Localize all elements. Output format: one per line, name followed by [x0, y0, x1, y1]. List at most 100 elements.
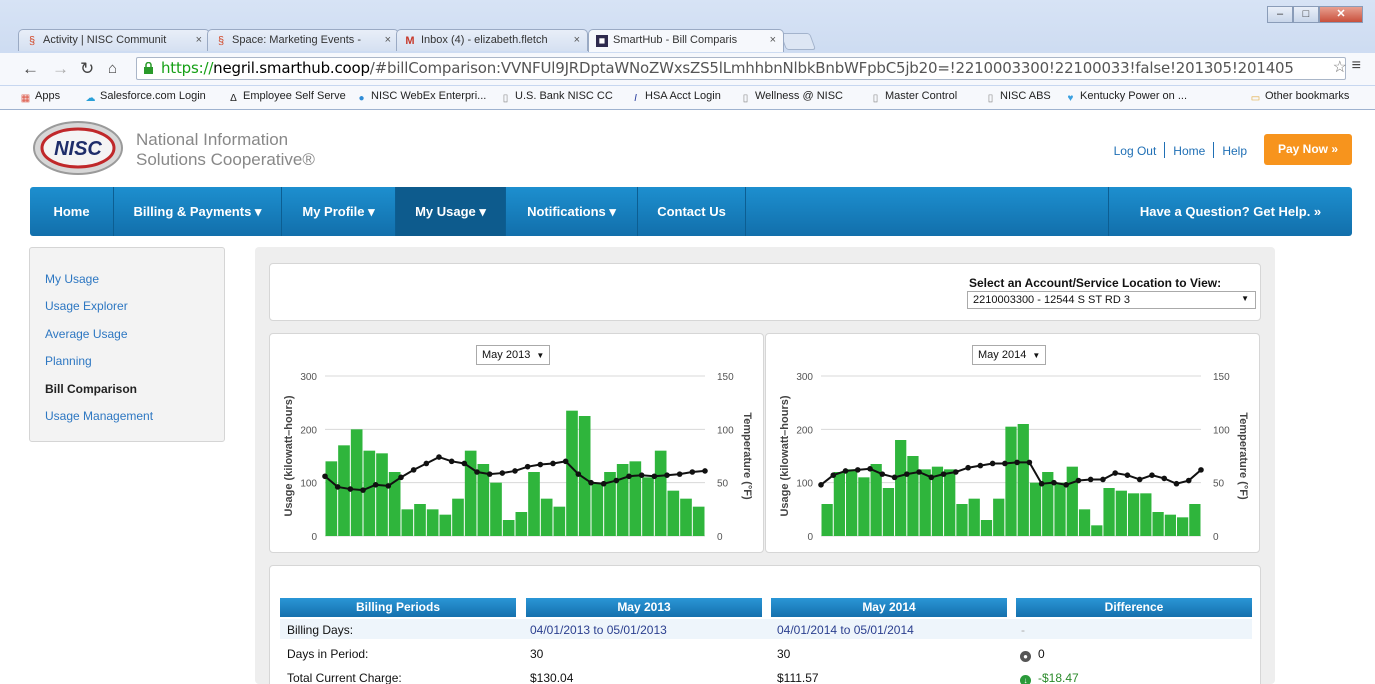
close-tab-icon[interactable]: × [574, 34, 580, 46]
usage-bar [629, 461, 642, 536]
row-label: Total Current Charge: [287, 671, 402, 684]
sidebar-item-usage-explorer[interactable]: Usage Explorer [45, 299, 128, 313]
sidebar-item-usage-management[interactable]: Usage Management [45, 409, 153, 423]
nav-billing-payments[interactable]: Billing & Payments ▾ [114, 187, 282, 236]
sidebar-item-my-usage[interactable]: My Usage [45, 272, 99, 286]
y-tick-label: 0 [311, 532, 317, 543]
temperature-point [854, 467, 861, 473]
usage-bar [1176, 517, 1189, 536]
twitter-icon: ♥ [1067, 93, 1074, 104]
get-help-link[interactable]: Have a Question? Get Help. » [1108, 187, 1352, 236]
bookmark-item[interactable]: ▯ Wellness @ NISC [740, 90, 843, 104]
usage-bar [376, 453, 388, 536]
temperature-point [512, 468, 518, 474]
close-tab-icon[interactable]: × [196, 34, 202, 46]
page-icon: ▯ [987, 93, 994, 104]
temperature-point [537, 461, 544, 468]
bookmark-item[interactable]: ▯ U.S. Bank NISC CC [500, 90, 613, 104]
browser-tab[interactable]: § Activity | NISC Communit × [18, 29, 210, 51]
y2-axis-title: Temperature (°F) [741, 412, 753, 500]
browser-tab[interactable]: M Inbox (4) - elizabeth.fletch × [396, 29, 588, 51]
home-link[interactable]: Home [1173, 144, 1205, 158]
nav-my-usage[interactable]: My Usage ▾ [396, 187, 506, 236]
bookmark-item[interactable]: ▯ NISC ABS [985, 90, 1051, 104]
url-host: negril.smarthub.coop [213, 59, 370, 77]
temperature-point [588, 479, 594, 486]
globe-icon: ● [358, 93, 365, 104]
row-label: Billing Days: [287, 623, 354, 637]
bookmark-item[interactable]: ☁ Salesforce.com Login [85, 90, 206, 104]
difference-value: -$18.47 [1038, 671, 1079, 684]
new-tab-button[interactable] [779, 33, 817, 50]
browser-tab-active[interactable]: ◼ SmartHub - Bill Comparis × [588, 29, 784, 52]
browser-menu-icon[interactable]: ≡ [1352, 57, 1361, 75]
forward-arrow-icon[interactable]: → [52, 59, 69, 79]
pay-now-button[interactable]: Pay Now » [1264, 134, 1352, 165]
temperature-point [334, 484, 341, 490]
bookmark-label: Salesforce.com Login [100, 90, 206, 102]
usage-bar [401, 509, 414, 536]
account-selector-box: Select an Account/Service Location to Vi… [269, 263, 1261, 321]
help-link[interactable]: Help [1222, 144, 1247, 158]
y2-tick-label: 50 [717, 479, 729, 490]
usage-bar [821, 504, 833, 536]
y-tick-label: 100 [300, 479, 317, 490]
bookmark-item[interactable]: Δ Employee Self Serve [228, 90, 346, 104]
temperature-point [879, 471, 886, 477]
nav-notifications[interactable]: Notifications ▾ [506, 187, 638, 236]
usage-bar [642, 477, 654, 536]
sidebar-item-bill-comparison[interactable]: Bill Comparison [45, 382, 137, 396]
y-tick-label: 200 [796, 425, 813, 436]
bookmark-other[interactable]: ▭ Other bookmarks [1250, 90, 1350, 104]
usage-bar [528, 472, 540, 536]
usage-bar [1066, 466, 1078, 536]
close-tab-icon[interactable]: × [385, 34, 391, 46]
sidebar-item-average-usage[interactable]: Average Usage [45, 327, 128, 341]
difference-value: - [1021, 623, 1025, 637]
temperature-point [575, 471, 582, 477]
bookmark-item[interactable]: ♥ Kentucky Power on ... [1065, 90, 1187, 104]
bookmark-label: HSA Acct Login [645, 90, 721, 102]
y2-axis-title: Temperature (°F) [1237, 412, 1249, 500]
usage-bar [1140, 493, 1152, 536]
y-tick-label: 200 [300, 425, 317, 436]
column-header: Billing Periods [280, 598, 516, 617]
divider [1213, 142, 1215, 158]
column-header: May 2014 [771, 598, 1007, 617]
temperature-point [867, 466, 873, 472]
temperature-point [842, 468, 849, 474]
gmail-icon: M [405, 35, 415, 47]
bookmark-label: NISC WebEx Enterpri... [371, 90, 487, 102]
smarthub-page: NISC National Information Solutions Coop… [0, 110, 1375, 684]
close-tab-icon[interactable]: × [770, 34, 776, 46]
nav-contact-us[interactable]: Contact Us [638, 187, 746, 236]
y2-tick-label: 150 [717, 372, 734, 383]
bookmark-apps[interactable]: ▦ Apps [20, 90, 60, 104]
temperature-point [448, 458, 455, 465]
bookmark-item[interactable]: ▯ Master Control [870, 90, 957, 104]
usage-bar [452, 498, 464, 536]
bookmark-item[interactable]: I HSA Acct Login [630, 90, 721, 104]
bookmark-item[interactable]: ● NISC WebEx Enterpri... [356, 90, 486, 104]
address-bar[interactable]: https://negril.smarthub.coop/#billCompar… [136, 57, 1346, 80]
bookmark-star-icon[interactable]: ☆ [1333, 57, 1347, 77]
back-arrow-icon[interactable]: ← [22, 59, 39, 79]
browser-tab[interactable]: § Space: Marketing Events - × [207, 29, 399, 51]
home-icon[interactable]: ⌂ [108, 59, 117, 79]
browser-toolbar: ← → ↻ ⌂ https://negril.smarthub.coop/#bi… [0, 53, 1375, 85]
temperature-point [1173, 480, 1180, 487]
temperature-point [423, 460, 430, 467]
reload-icon[interactable]: ↻ [80, 59, 94, 79]
bookmark-label: Master Control [885, 90, 958, 102]
nav-home[interactable]: Home [30, 187, 114, 236]
bookmark-label: NISC ABS [1000, 90, 1051, 102]
temperature-point [1124, 472, 1131, 478]
logout-link[interactable]: Log Out [1114, 144, 1157, 158]
temperature-point [398, 474, 404, 481]
nav-my-profile[interactable]: My Profile ▾ [282, 187, 396, 236]
usage-bar [846, 469, 858, 536]
column-header: May 2013 [526, 598, 762, 617]
difference-value: 0 [1038, 647, 1045, 661]
account-select[interactable]: 2210003300 - 12544 S ST RD 3 ▼ [967, 291, 1256, 309]
sidebar-item-planning[interactable]: Planning [45, 354, 92, 368]
